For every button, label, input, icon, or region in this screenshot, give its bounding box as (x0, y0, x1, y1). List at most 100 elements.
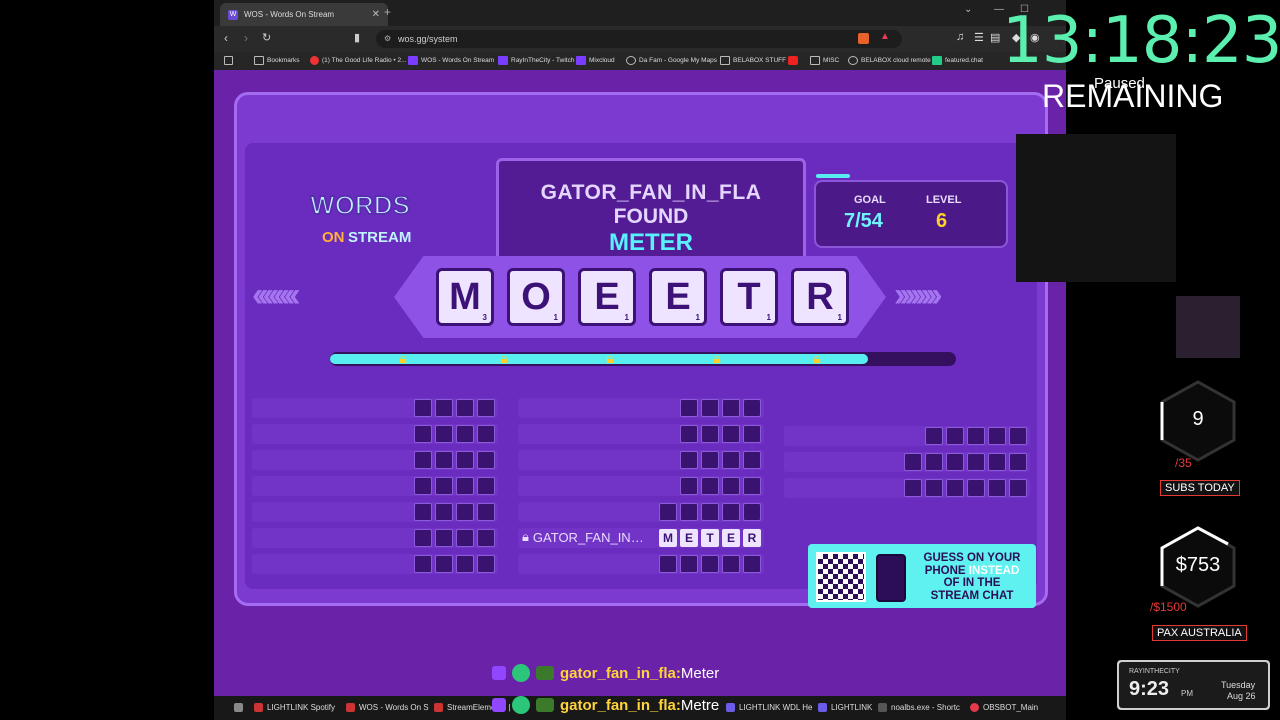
chat-message: gator_fan_in_fla: Metre (492, 696, 719, 714)
chat-message: gator_fan_in_fla: Meter (492, 664, 719, 682)
phone-guess-text: GUESS ON YOUR PHONE INSTEAD OF IN THE ST… (912, 552, 1032, 602)
tile-points: 1 (553, 313, 558, 322)
level-label: LEVEL (926, 194, 962, 206)
brave-shield-icon[interactable] (858, 33, 869, 44)
bookmark-item[interactable]: BELABOX cloud remote (848, 56, 931, 65)
bookmark-icon[interactable]: ▮ (354, 31, 360, 44)
chat-username: gator_fan_in_fla: (560, 664, 681, 682)
taskbar-item[interactable]: OBSBOT_Main (970, 703, 1038, 712)
found-username: GATOR_FAN_IN_FLA (540, 181, 762, 204)
letter-box (659, 555, 677, 573)
found-letter-box: M (659, 529, 677, 547)
site-settings-icon[interactable]: ⚙ (384, 30, 391, 48)
letter-box (680, 399, 698, 417)
phone-guess-panel[interactable]: GUESS ON YOUR PHONE INSTEAD OF IN THE ST… (808, 544, 1036, 608)
chat-text: Meter (680, 664, 720, 682)
lock-icon: 🔒︎ (713, 350, 721, 366)
bookmark-item[interactable]: Mixcloud (576, 56, 615, 65)
sidebar-icon[interactable]: ▤ (990, 31, 1000, 44)
bookmark-item[interactable]: WOS - Words On Stream (408, 56, 494, 65)
tile-letter: R (806, 276, 834, 318)
app-icon (818, 703, 827, 712)
webcam-feed-secondary (1176, 296, 1240, 358)
letter-box (435, 451, 453, 469)
qr-text-line: INSTEAD (965, 564, 1020, 577)
letter-box (477, 477, 495, 495)
chat-icon (932, 56, 942, 65)
taskbar-item[interactable]: noalbs.exe - Shortc (878, 703, 960, 712)
letter-box (456, 503, 474, 521)
bookmark-item[interactable] (788, 56, 801, 65)
chevron-down-icon[interactable]: ⌄ (964, 4, 972, 15)
bookmark-folder[interactable]: Bookmarks (254, 56, 300, 65)
letter-box (1009, 427, 1027, 445)
taskbar-label: LIGHTLINK (831, 703, 873, 712)
brave-icon (346, 703, 355, 712)
letter-box (456, 477, 474, 495)
taskbar-item[interactable] (234, 703, 247, 712)
letter-box (456, 399, 474, 417)
letter-box (680, 477, 698, 495)
bookmark-item[interactable]: featured.chat (932, 56, 983, 65)
back-icon[interactable]: ‹ (224, 31, 228, 45)
letter-box (722, 477, 740, 495)
tile-letter: M (449, 276, 481, 318)
letter-box (701, 425, 719, 443)
money-label: PAX AUSTRALIA (1152, 625, 1247, 641)
bookmark-folder[interactable]: BELABOX STUFF (720, 56, 786, 65)
taskbar-item[interactable]: WOS - Words On S (346, 703, 429, 712)
letter-box (743, 477, 761, 495)
letter-box (414, 555, 432, 573)
tab-wos[interactable]: W WOS - Words On Stream ✕ (220, 3, 388, 26)
apps-icon[interactable] (224, 56, 236, 65)
tile-points: 1 (766, 313, 771, 322)
letter-box (743, 399, 761, 417)
tab-bar: W WOS - Words On Stream ✕ + ⌄ — ☐ (214, 0, 1066, 26)
forward-icon[interactable]: › (244, 31, 248, 45)
brave-rewards-icon[interactable]: ▲ (880, 31, 890, 42)
found-word: METER (609, 229, 693, 256)
letter-box (680, 451, 698, 469)
taskbar-item[interactable]: LIGHTLINK Spotify (254, 703, 335, 712)
letter-box (722, 451, 740, 469)
letter-box (925, 479, 943, 497)
found-word-slot: 🔒︎ GATOR_FAN_IN… (522, 529, 644, 545)
obs-icon (970, 703, 979, 712)
bookmark-item[interactable]: RayInTheCity - Twitch (498, 56, 574, 65)
letter-box (477, 503, 495, 521)
letter-box (722, 555, 740, 573)
clock-brand: RAYINTHECITY (1129, 668, 1180, 675)
close-tab-icon[interactable]: ✕ (372, 9, 380, 20)
letter-box (435, 477, 453, 495)
letter-box (477, 529, 495, 547)
chat-text: Metre (680, 696, 720, 714)
money-goal: /$1500 (1150, 600, 1187, 614)
bookmark-folder[interactable]: MISC (810, 56, 839, 65)
webcam-feed (1016, 134, 1176, 282)
globe-icon (848, 56, 858, 65)
letter-box (456, 425, 474, 443)
letter-box (456, 555, 474, 573)
taskbar-item[interactable]: LIGHTLINK (818, 703, 872, 712)
bookmark-label: Bookmarks (267, 57, 300, 64)
level-progress-bar (330, 352, 956, 366)
letter-box (414, 529, 432, 547)
taskbar-item[interactable]: LIGHTLINK WDL He (726, 703, 813, 712)
reload-icon[interactable]: ↻ (262, 31, 271, 44)
qr-code-icon[interactable] (816, 552, 866, 602)
bookmark-item[interactable]: (1) The Good Life Radio • 2... (310, 56, 407, 65)
tile-points: 1 (695, 313, 700, 322)
bookmark-item[interactable]: Da Fam - Google My Maps (626, 56, 717, 65)
tile-points: 1 (837, 313, 842, 322)
phone-icon (876, 554, 906, 602)
goal-value: 7/54 (844, 210, 883, 232)
new-tab-icon[interactable]: + (384, 5, 391, 19)
letter-box (435, 555, 453, 573)
bookmark-label: MISC (823, 57, 840, 64)
found-label: FOUND (613, 205, 689, 228)
clock-date: Aug 26 (1227, 691, 1256, 701)
music-icon[interactable]: ♫ (956, 31, 964, 43)
menu-list-icon[interactable]: ☰ (974, 31, 984, 44)
bookmark-label: Mixcloud (589, 57, 615, 64)
url-bar[interactable]: ⚙ wos.gg/system (376, 30, 902, 48)
